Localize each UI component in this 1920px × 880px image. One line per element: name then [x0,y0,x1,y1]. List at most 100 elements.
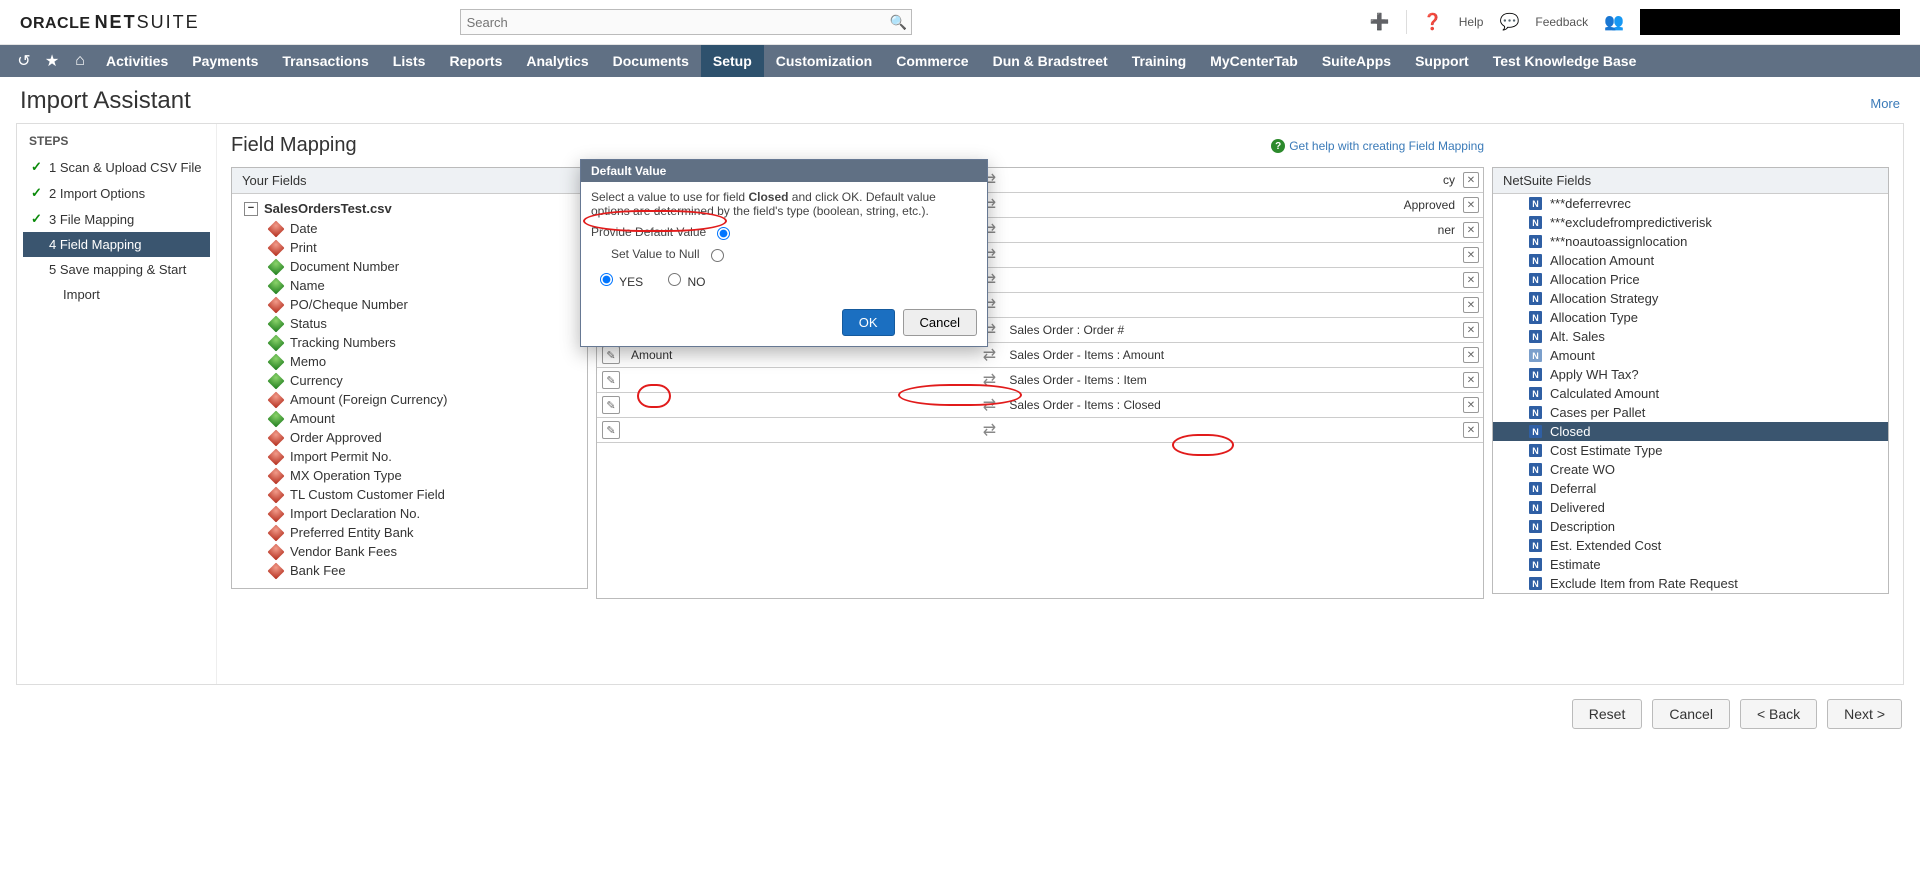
netsuite-field-item[interactable]: NApply WH Tax? [1493,365,1888,384]
edit-mapping-button[interactable]: ✎ [597,346,625,364]
nav-item-setup[interactable]: Setup [701,45,764,77]
remove-mapping-button[interactable]: ✕ [1459,422,1483,439]
collapse-icon[interactable]: − [244,202,258,216]
nav-item-test-knowledge-base[interactable]: Test Knowledge Base [1481,45,1649,77]
remove-mapping-button[interactable]: ✕ [1459,297,1483,314]
mapping-target-field[interactable]: Sales Order - Items : Closed [1003,398,1459,412]
your-field-item[interactable]: Currency [234,371,585,390]
help-icon[interactable]: ❓ [1423,12,1443,32]
role-switch-icon[interactable]: 👥 [1604,12,1624,32]
netsuite-field-item[interactable]: NDelivered [1493,498,1888,517]
mapping-target-field[interactable]: Sales Order - Items : Item [1003,373,1459,387]
netsuite-field-item[interactable]: NDescription [1493,517,1888,536]
your-field-item[interactable]: Name [234,276,585,295]
nav-item-support[interactable]: Support [1403,45,1481,77]
netsuite-field-item[interactable]: NAllocation Price [1493,270,1888,289]
yes-option[interactable]: YES [595,270,643,289]
no-option[interactable]: NO [663,270,705,289]
reset-button[interactable]: Reset [1572,699,1643,729]
nav-item-commerce[interactable]: Commerce [884,45,980,77]
your-field-item[interactable]: Date [234,219,585,238]
nav-item-reports[interactable]: Reports [437,45,514,77]
feedback-label[interactable]: Feedback [1535,15,1588,29]
netsuite-field-item[interactable]: NAllocation Amount [1493,251,1888,270]
your-field-item[interactable]: MX Operation Type [234,466,585,485]
modal-ok-button[interactable]: OK [842,309,895,336]
netsuite-field-item[interactable]: NAmount [1493,346,1888,365]
nav-item-activities[interactable]: Activities [94,45,180,77]
search-input[interactable] [461,15,887,30]
nav-item-training[interactable]: Training [1120,45,1198,77]
edit-mapping-button[interactable]: ✎ [597,371,625,389]
your-field-item[interactable]: Memo [234,352,585,371]
step-1[interactable]: ✓1 Scan & Upload CSV File [23,154,210,180]
mapping-source-field[interactable]: Amount [625,348,975,362]
yes-radio[interactable] [600,273,613,286]
cancel-button[interactable]: Cancel [1652,699,1730,729]
netsuite-field-item[interactable]: NAlt. Sales [1493,327,1888,346]
nav-item-lists[interactable]: Lists [381,45,438,77]
remove-mapping-button[interactable]: ✕ [1459,247,1483,264]
your-field-item[interactable]: Amount [234,409,585,428]
remove-mapping-button[interactable]: ✕ [1459,397,1483,414]
remove-mapping-button[interactable]: ✕ [1459,222,1483,239]
no-radio[interactable] [668,273,681,286]
feedback-icon[interactable]: 💬 [1499,12,1519,32]
create-new-icon[interactable]: ➕ [1370,12,1390,32]
nav-item-payments[interactable]: Payments [180,45,270,77]
search-icon[interactable]: 🔍 [887,14,911,31]
netsuite-field-item[interactable]: NAllocation Strategy [1493,289,1888,308]
your-field-item[interactable]: TL Custom Customer Field [234,485,585,504]
step-5[interactable]: 5 Save mapping & Start [23,257,210,282]
your-field-item[interactable]: PO/Cheque Number [234,295,585,314]
netsuite-field-item[interactable]: NCost Estimate Type [1493,441,1888,460]
remove-mapping-button[interactable]: ✕ [1459,322,1483,339]
remove-mapping-button[interactable]: ✕ [1459,197,1483,214]
csv-file-header[interactable]: − SalesOrdersTest.csv [234,198,585,219]
your-field-item[interactable]: Print [234,238,585,257]
your-field-item[interactable]: Document Number [234,257,585,276]
remove-mapping-button[interactable]: ✕ [1459,372,1483,389]
remove-mapping-button[interactable]: ✕ [1459,272,1483,289]
your-field-item[interactable]: Vendor Bank Fees [234,542,585,561]
nav-item-documents[interactable]: Documents [601,45,701,77]
back-button[interactable]: < Back [1740,699,1817,729]
netsuite-field-item[interactable]: NDeferral [1493,479,1888,498]
netsuite-field-item[interactable]: N***noautoassignlocation [1493,232,1888,251]
remove-mapping-button[interactable]: ✕ [1459,172,1483,189]
netsuite-field-item[interactable]: N***excludefrompredictiverisk [1493,213,1888,232]
option-set-null[interactable]: Set Value to Null [611,246,977,262]
more-link[interactable]: More [1870,96,1900,111]
nav-item-suiteapps[interactable]: SuiteApps [1310,45,1403,77]
netsuite-field-item[interactable]: N***deferrevrec [1493,194,1888,213]
option-provide-default[interactable]: Provide Default Value [591,224,977,240]
netsuite-field-item[interactable]: NCalculated Amount [1493,384,1888,403]
your-field-item[interactable]: Order Approved [234,428,585,447]
next-button[interactable]: Next > [1827,699,1902,729]
nav-item-transactions[interactable]: Transactions [270,45,380,77]
nav-item-mycentertab[interactable]: MyCenterTab [1198,45,1310,77]
option-set-null-radio[interactable] [711,249,724,262]
mapping-target-field[interactable]: Sales Order : Order # [1003,323,1459,337]
step-3[interactable]: ✓3 File Mapping [23,206,210,232]
favorites-icon[interactable]: ★ [38,45,66,77]
your-field-item[interactable]: Bank Fee [234,561,585,580]
remove-mapping-button[interactable]: ✕ [1459,347,1483,364]
help-link-text[interactable]: Get help with creating Field Mapping [1289,139,1484,153]
help-label[interactable]: Help [1459,15,1484,29]
netsuite-field-item[interactable]: NClosed [1493,422,1888,441]
netsuite-field-item[interactable]: NCreate WO [1493,460,1888,479]
your-field-item[interactable]: Amount (Foreign Currency) [234,390,585,409]
your-field-item[interactable]: Preferred Entity Bank [234,523,585,542]
your-field-item[interactable]: Tracking Numbers [234,333,585,352]
mapping-target-field[interactable]: ner [1003,223,1459,237]
netsuite-field-item[interactable]: NAllocation Type [1493,308,1888,327]
modal-cancel-button[interactable]: Cancel [903,309,977,336]
netsuite-field-item[interactable]: NExclude Item from Rate Request [1493,574,1888,593]
field-mapping-help[interactable]: ? Get help with creating Field Mapping [1271,139,1484,153]
mapping-target-field[interactable]: Sales Order - Items : Amount [1003,348,1459,362]
nav-item-dun-bradstreet[interactable]: Dun & Bradstreet [981,45,1120,77]
nav-item-customization[interactable]: Customization [764,45,884,77]
your-field-item[interactable]: Import Declaration No. [234,504,585,523]
netsuite-field-item[interactable]: NEstimate [1493,555,1888,574]
